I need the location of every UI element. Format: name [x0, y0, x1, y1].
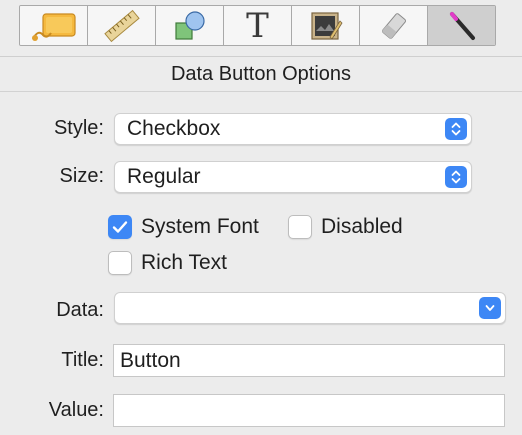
data-label: Data:	[56, 299, 104, 321]
disabled-label: Disabled	[321, 215, 403, 238]
checkmark-icon	[112, 221, 128, 233]
style-label: Style:	[53, 117, 104, 139]
system-font-checkbox[interactable]	[108, 215, 132, 239]
size-popup[interactable]: Regular	[114, 161, 472, 193]
disabled-checkbox-row[interactable]: Disabled	[288, 215, 403, 239]
tool-button-shapes[interactable]	[156, 6, 224, 45]
picture-frame-icon	[310, 11, 343, 40]
data-popup[interactable]	[114, 292, 506, 324]
panel-header: Data Button Options	[0, 56, 522, 92]
system-font-label: System Font	[141, 215, 259, 238]
eraser-icon	[381, 12, 406, 39]
tool-button-ruler[interactable]	[88, 6, 156, 45]
value-label: Value:	[48, 399, 104, 421]
title-field[interactable]: Button	[113, 344, 505, 377]
tool-palette: T	[0, 0, 522, 56]
tool-button-text[interactable]: T	[224, 6, 292, 45]
tool-button-magic-wand[interactable]	[428, 6, 495, 45]
style-popup[interactable]: Checkbox	[114, 113, 472, 145]
tool-segmented-control: T	[19, 5, 496, 46]
tool-button-picture[interactable]	[292, 6, 360, 45]
tag-icon	[31, 12, 76, 41]
disabled-checkbox[interactable]	[288, 215, 312, 239]
text-icon: T	[246, 5, 269, 46]
value-field[interactable]	[113, 394, 505, 427]
system-font-checkbox-row[interactable]: System Font	[108, 215, 259, 239]
popup-stepper-icon	[445, 166, 467, 188]
tool-button-tag[interactable]	[20, 6, 88, 45]
style-popup-value: Checkbox	[127, 117, 221, 140]
magic-wand-icon	[449, 11, 475, 40]
size-label: Size:	[59, 165, 104, 187]
ruler-icon	[103, 9, 140, 42]
rich-text-checkbox-row[interactable]: Rich Text	[108, 251, 227, 275]
tool-button-eraser[interactable]	[360, 6, 428, 45]
title-label: Title:	[61, 349, 104, 371]
size-popup-value: Regular	[127, 165, 201, 188]
panel-title: Data Button Options	[170, 62, 352, 85]
chevron-down-icon	[479, 297, 501, 319]
shapes-icon	[174, 10, 205, 40]
rich-text-label: Rich Text	[141, 251, 227, 274]
popup-stepper-icon	[445, 118, 467, 140]
rich-text-checkbox[interactable]	[108, 251, 132, 275]
